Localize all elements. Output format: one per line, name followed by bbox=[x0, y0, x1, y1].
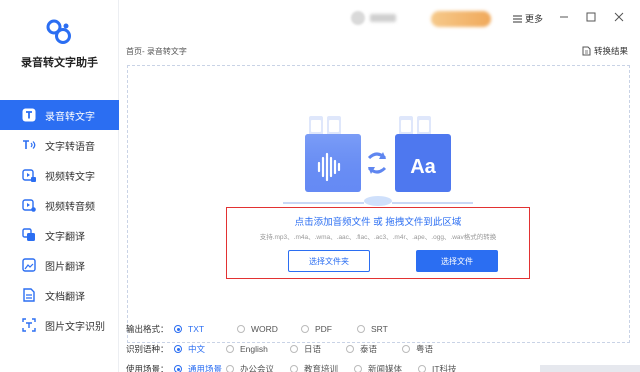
app-logo-icon bbox=[44, 17, 74, 45]
svg-text:Aa: Aa bbox=[410, 156, 436, 178]
sidebar: 录音转文字助手 录音转文字 文字转语音 视频转文字 视频转音频 文字翻译 图片翻… bbox=[0, 0, 119, 372]
breadcrumb: 首页- 录音转文字 bbox=[126, 47, 187, 56]
maximize-icon bbox=[586, 12, 596, 22]
dropzone-hint[interactable]: 点击添加音频文件 或 拖拽文件到此区域 bbox=[227, 214, 529, 228]
format-radio-srt[interactable]: SRT bbox=[357, 324, 413, 334]
close-button[interactable] bbox=[612, 10, 626, 24]
close-icon bbox=[614, 12, 624, 22]
radio-icon bbox=[174, 345, 182, 353]
radio-icon bbox=[290, 365, 298, 372]
radio-icon bbox=[237, 325, 245, 333]
text-t-icon bbox=[22, 108, 36, 122]
radio-icon bbox=[402, 345, 410, 353]
language-radio-english[interactable]: English bbox=[226, 344, 290, 354]
ocr-icon bbox=[22, 318, 36, 332]
sidebar-item-document-translate[interactable]: 文档翻译 bbox=[0, 280, 119, 310]
format-radio-word[interactable]: WORD bbox=[237, 324, 301, 334]
radio-icon bbox=[226, 345, 234, 353]
sidebar-item-label: 视频转音频 bbox=[45, 201, 95, 213]
sidebar-item-label: 文字转语音 bbox=[45, 141, 95, 153]
sidebar-item-ocr[interactable]: 图片文字识别 bbox=[0, 310, 119, 340]
radio-icon bbox=[174, 365, 182, 372]
sidebar-item-label: 文字翻译 bbox=[45, 231, 85, 243]
supported-formats-text: 支持.mp3、.m4a、.wma、.aac、.flac、.ac3、.m4r、.a… bbox=[259, 234, 497, 241]
language-radio-thai[interactable]: 泰语 bbox=[346, 343, 402, 355]
language-radio-cantonese[interactable]: 粤语 bbox=[402, 343, 458, 355]
sidebar-item-label: 录音转文字 bbox=[45, 111, 95, 123]
vip-badge[interactable] bbox=[431, 11, 491, 27]
format-radio-txt[interactable]: TXT bbox=[174, 324, 237, 334]
sidebar-nav: 录音转文字 文字转语音 视频转文字 视频转音频 文字翻译 图片翻译 文档翻译 图… bbox=[0, 100, 119, 340]
scene-radio-education[interactable]: 教育培训 bbox=[290, 363, 354, 372]
select-folder-button[interactable]: 选择文件夹 bbox=[288, 250, 370, 272]
video-to-text-icon bbox=[22, 168, 36, 182]
scene-row: 使用场景： 通用场景 办公会议 教育培训 新闻媒体 IT科技 bbox=[126, 362, 474, 372]
upload-highlight-box: 点击添加音频文件 或 拖拽文件到此区域 支持.mp3、.m4a、.wma、.aa… bbox=[226, 207, 530, 279]
scene-radio-general[interactable]: 通用场景 bbox=[174, 363, 226, 372]
title-bar: 更多 bbox=[119, 0, 640, 38]
more-menu-button[interactable]: 更多 bbox=[513, 12, 543, 25]
output-format-row: 输出格式： TXT WORD PDF SRT bbox=[126, 322, 413, 336]
sidebar-item-text-to-speech[interactable]: 文字转语音 bbox=[0, 130, 119, 160]
user-name bbox=[370, 14, 396, 22]
document-icon bbox=[582, 46, 591, 56]
sidebar-item-video-to-audio[interactable]: 视频转音频 bbox=[0, 190, 119, 220]
text-to-speech-icon bbox=[22, 138, 36, 152]
sidebar-item-label: 视频转文字 bbox=[45, 171, 95, 183]
language-radio-japanese[interactable]: 日语 bbox=[290, 343, 346, 355]
main-content: 首页- 录音转文字 转换结果 Aa 点击添加音频文件 或 拖拽文件到此区域 支持… bbox=[119, 38, 640, 372]
scene-radio-meeting[interactable]: 办公会议 bbox=[226, 363, 290, 372]
sidebar-item-label: 图片文字识别 bbox=[45, 321, 105, 333]
start-button-placeholder bbox=[540, 365, 640, 372]
scene-radio-it[interactable]: IT科技 bbox=[418, 363, 474, 372]
convert-result-button[interactable]: 转换结果 bbox=[582, 45, 628, 57]
radio-icon bbox=[301, 325, 309, 333]
minimize-icon bbox=[560, 16, 568, 18]
radio-icon bbox=[226, 365, 234, 372]
radio-icon bbox=[174, 325, 182, 333]
sidebar-item-audio-to-text[interactable]: 录音转文字 bbox=[0, 100, 119, 130]
sidebar-item-label: 文档翻译 bbox=[45, 291, 85, 303]
more-label: 更多 bbox=[525, 14, 544, 24]
maximize-button[interactable] bbox=[584, 10, 598, 24]
radio-icon bbox=[354, 365, 362, 372]
app-title: 录音转文字助手 bbox=[21, 57, 98, 69]
language-row: 识别语种： 中文 English 日语 泰语 粤语 bbox=[126, 342, 458, 356]
radio-icon bbox=[418, 365, 426, 372]
sidebar-item-text-translate[interactable]: 文字翻译 bbox=[0, 220, 119, 250]
output-format-label: 输出格式： bbox=[126, 324, 169, 334]
radio-icon bbox=[357, 325, 365, 333]
format-radio-pdf[interactable]: PDF bbox=[301, 324, 357, 334]
image-translate-icon bbox=[22, 258, 36, 272]
avatar bbox=[351, 11, 365, 25]
convert-result-label: 转换结果 bbox=[593, 46, 628, 56]
radio-icon bbox=[290, 345, 298, 353]
sidebar-item-image-translate[interactable]: 图片翻译 bbox=[0, 250, 119, 280]
select-file-button[interactable]: 选择文件 bbox=[416, 250, 498, 272]
minimize-button[interactable] bbox=[557, 10, 571, 24]
user-account[interactable] bbox=[351, 11, 396, 25]
document-translate-icon bbox=[22, 288, 36, 302]
sidebar-item-label: 图片翻译 bbox=[45, 261, 85, 273]
video-to-audio-icon bbox=[22, 198, 36, 212]
radio-icon bbox=[346, 345, 354, 353]
scene-label: 使用场景： bbox=[126, 364, 169, 372]
scene-radio-media[interactable]: 新闻媒体 bbox=[354, 363, 418, 372]
translate-icon bbox=[22, 228, 36, 242]
menu-icon bbox=[513, 14, 522, 23]
language-label: 识别语种： bbox=[126, 344, 169, 354]
sidebar-item-video-to-text[interactable]: 视频转文字 bbox=[0, 160, 119, 190]
language-radio-chinese[interactable]: 中文 bbox=[174, 343, 226, 355]
file-dropzone[interactable]: Aa 点击添加音频文件 或 拖拽文件到此区域 支持.mp3、.m4a、.wma、… bbox=[127, 65, 630, 343]
upload-illustration-icon: Aa bbox=[283, 116, 473, 206]
